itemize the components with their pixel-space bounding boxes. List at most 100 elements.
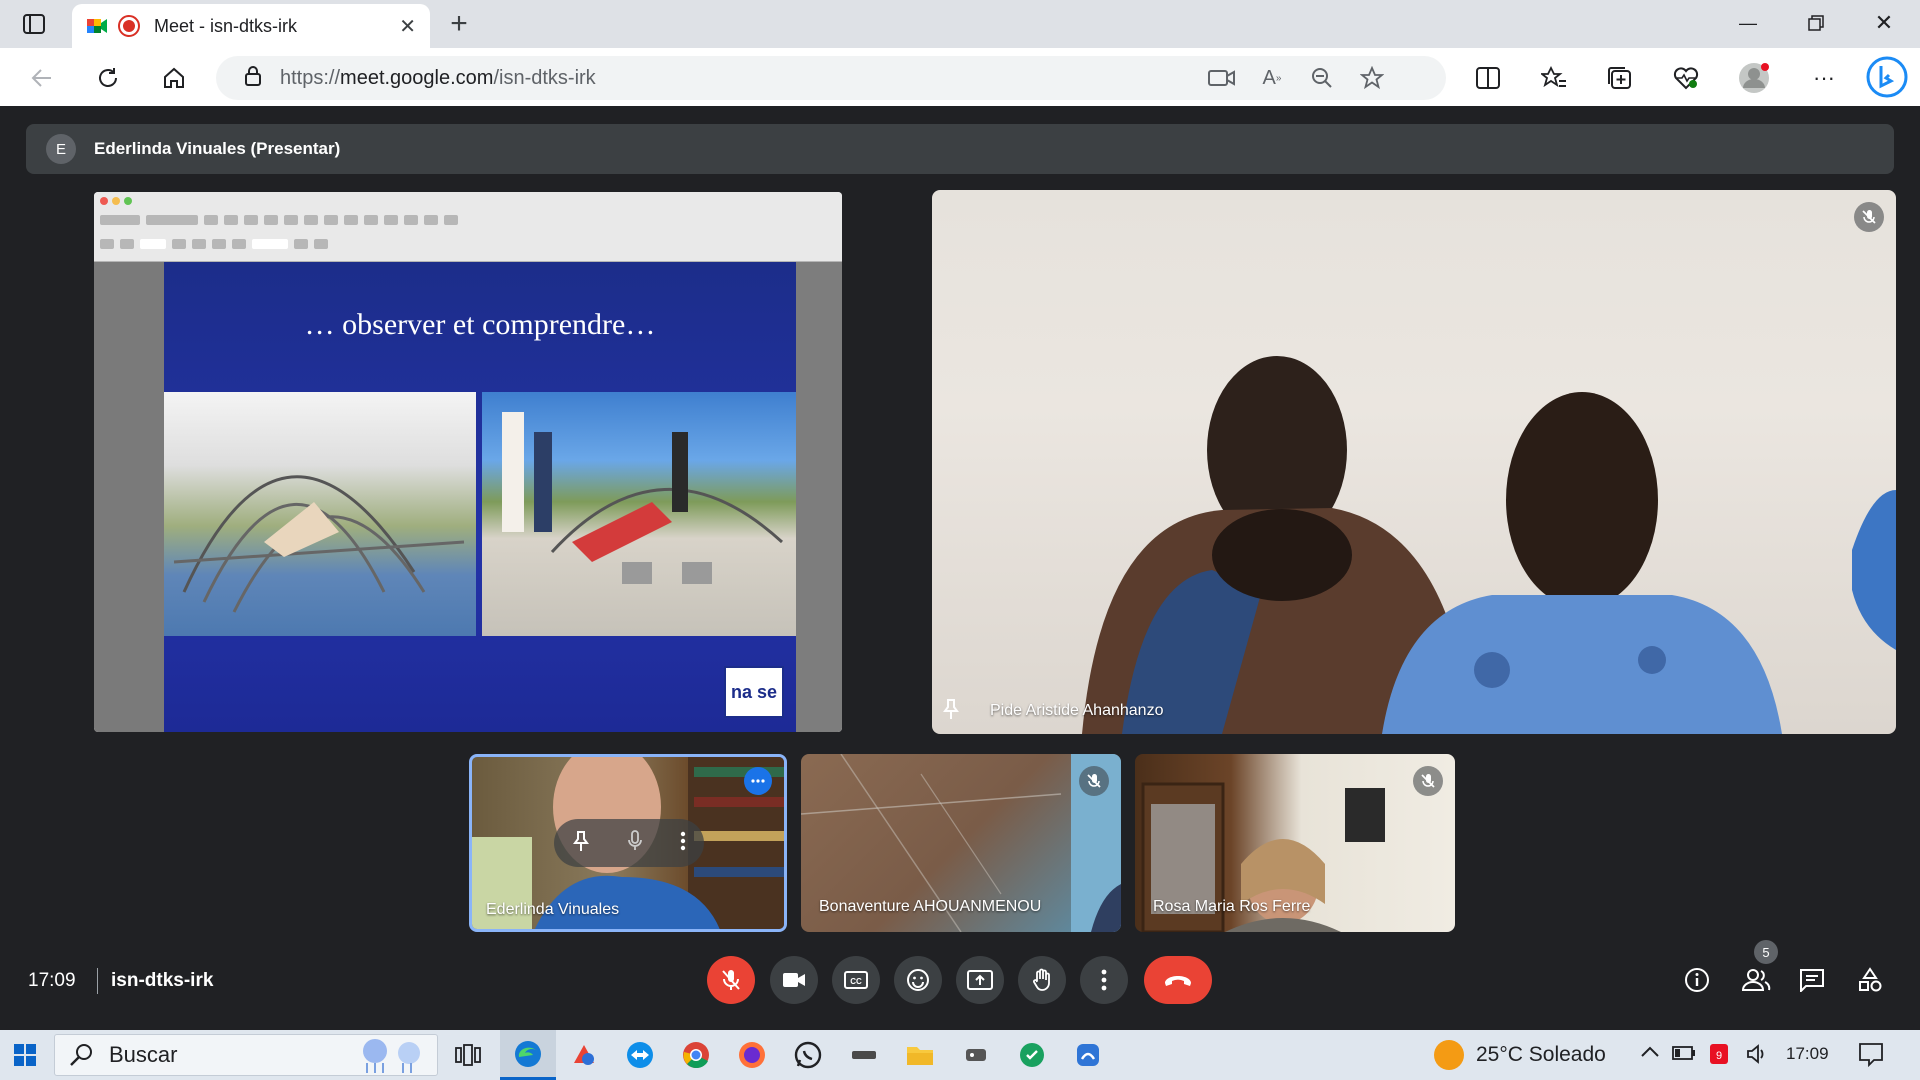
people-icon (1741, 969, 1771, 991)
taskbar-app-12[interactable] (1060, 1030, 1116, 1080)
favorite-star-icon[interactable] (1356, 62, 1388, 94)
closed-captions-icon: CC (844, 971, 868, 989)
close-window-button[interactable]: ✕ (1850, 0, 1918, 46)
zoom-out-icon[interactable] (1306, 62, 1338, 94)
taskbar-app-8[interactable] (836, 1030, 892, 1080)
taskbar-edge[interactable] (500, 1030, 556, 1080)
reload-button[interactable] (90, 60, 126, 96)
notifications-icon[interactable] (1858, 1042, 1884, 1073)
folder-icon (907, 1047, 933, 1065)
tab-close-icon[interactable]: ✕ (399, 14, 416, 39)
profile-button[interactable] (1736, 60, 1772, 96)
tile-kebab-button[interactable] (680, 831, 686, 856)
more-options-button[interactable] (1080, 956, 1128, 1004)
heart-health-icon (1673, 67, 1699, 90)
zoom-dot-icon (124, 197, 132, 205)
back-arrow-icon (31, 69, 51, 87)
camera-in-use-icon[interactable] (1206, 62, 1238, 94)
taskbar-whatsapp[interactable] (780, 1030, 836, 1080)
split-screen-button[interactable] (1470, 60, 1506, 96)
taskbar-teamviewer[interactable] (612, 1030, 668, 1080)
address-bar[interactable]: https://meet.google.com/isn-dtks-irk A» (216, 56, 1446, 100)
weather-widget[interactable]: 25°C Soleado (1434, 1040, 1606, 1070)
lock-icon (244, 65, 262, 92)
svg-text:CC: CC (850, 977, 862, 986)
present-screen-icon (967, 970, 993, 990)
chat-button[interactable] (1790, 958, 1834, 1002)
leave-call-button[interactable] (1144, 956, 1212, 1004)
minimize-button[interactable]: — (1714, 0, 1782, 46)
shared-screen[interactable]: … observer et comprendre… na se (94, 192, 842, 732)
back-button[interactable] (24, 60, 60, 96)
bing-copilot-button[interactable] (1866, 56, 1908, 98)
info-icon (1685, 968, 1709, 992)
raise-hand-button[interactable] (1018, 956, 1066, 1004)
participant-name: Pide Aristide Ahanhanzo (990, 702, 1164, 719)
home-button[interactable] (156, 60, 192, 96)
jellyfish-highlight-icon (363, 1039, 420, 1073)
participant-tile-rosa-maria[interactable]: Rosa Maria Ros Ferre (1135, 754, 1455, 932)
app-icon (966, 1049, 986, 1061)
start-button[interactable] (0, 1030, 50, 1080)
settings-more-button[interactable]: ··· (1806, 60, 1842, 96)
presentation-slide: … observer et comprendre… na se (164, 262, 796, 732)
read-aloud-icon[interactable]: A» (1256, 62, 1288, 94)
nase-logo: na se (724, 666, 784, 718)
captions-button[interactable]: CC (832, 956, 880, 1004)
tab-title: Meet - isn-dtks-irk (154, 15, 298, 36)
battery-icon[interactable] (1672, 1044, 1696, 1067)
task-view-icon (455, 1044, 481, 1066)
people-button[interactable] (1734, 958, 1778, 1002)
present-screen-button[interactable] (956, 956, 1004, 1004)
camera-button[interactable] (770, 956, 818, 1004)
pinned-participant-tile[interactable]: Pide Aristide Ahanhanzo (932, 190, 1896, 734)
hang-up-icon (1165, 976, 1191, 986)
participant-tile-ederlinda[interactable]: Ederlinda Vinuales (469, 754, 787, 932)
search-icon (70, 1044, 92, 1066)
muted-mic-icon (1413, 766, 1443, 796)
taskbar-firefox[interactable] (724, 1030, 780, 1080)
mute-participant-button[interactable] (627, 829, 643, 857)
taskbar-search[interactable]: Buscar (54, 1034, 438, 1076)
meeting-clock: 17:09 (28, 970, 76, 991)
tile-more-options-button[interactable] (744, 767, 772, 795)
restore-icon (1808, 15, 1824, 31)
taskbar-app-11[interactable] (1004, 1030, 1060, 1080)
taskbar-chrome[interactable] (668, 1030, 724, 1080)
tile-hover-controls (554, 819, 704, 867)
participant-tile-bonaventure[interactable]: Bonaventure AHOUANMENOU (801, 754, 1121, 932)
favorites-icon (1541, 66, 1566, 88)
reactions-button[interactable] (894, 956, 942, 1004)
restore-button[interactable] (1782, 0, 1850, 46)
pin-icon (942, 698, 960, 725)
taskbar-clock[interactable]: 17:09 (1786, 1044, 1829, 1064)
divider (97, 968, 98, 994)
collections-button[interactable] (1602, 60, 1638, 96)
slide-panel-left (94, 262, 164, 732)
tab-actions-button[interactable] (18, 10, 50, 38)
new-tab-button[interactable]: + (443, 8, 475, 40)
notification-app-icon[interactable]: 9 (1708, 1042, 1730, 1071)
app-icon (1077, 1044, 1099, 1066)
meet-main: E Ederlinda Vinuales (Presentar) … obser… (6, 106, 1914, 1030)
pin-button[interactable] (572, 830, 590, 857)
browser-toolbar: https://meet.google.com/isn-dtks-irk A» … (0, 48, 1920, 106)
meeting-details-button[interactable] (1675, 958, 1719, 1002)
taskbar-app-10[interactable] (948, 1030, 1004, 1080)
browser-tab-meet[interactable]: Meet - isn-dtks-irk ✕ (72, 4, 430, 48)
browser-essentials-button[interactable] (1668, 60, 1704, 96)
muted-mic-icon (1854, 202, 1884, 232)
favorites-button[interactable] (1536, 60, 1572, 96)
reload-icon (99, 68, 117, 87)
tray-expand-icon[interactable] (1640, 1044, 1660, 1063)
activities-button[interactable] (1848, 958, 1892, 1002)
participant-video (1082, 356, 1896, 734)
microphone-off-button[interactable] (707, 956, 755, 1004)
profile-avatar-icon (1739, 63, 1769, 93)
taskbar-file-explorer[interactable] (892, 1030, 948, 1080)
taskbar-app-2[interactable] (556, 1030, 612, 1080)
speaker-icon[interactable] (1746, 1044, 1768, 1069)
camera-icon (783, 973, 805, 987)
task-view-button[interactable] (440, 1030, 496, 1080)
more-vert-icon (1101, 969, 1107, 991)
